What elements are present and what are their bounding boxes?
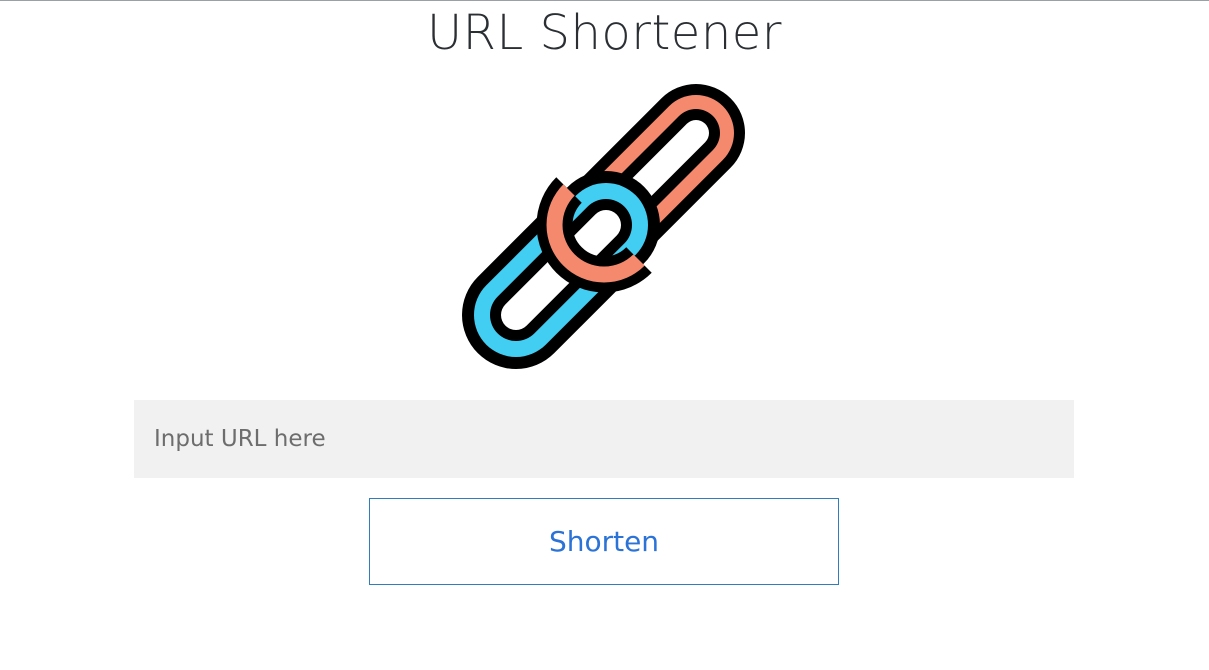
- page-title: URL Shortener: [426, 5, 782, 61]
- url-input[interactable]: [134, 400, 1074, 478]
- shorten-button[interactable]: Shorten: [369, 498, 839, 585]
- chain-link-icon: [462, 84, 745, 369]
- url-shortener-page: URL Shortener Shorten: [0, 0, 1209, 670]
